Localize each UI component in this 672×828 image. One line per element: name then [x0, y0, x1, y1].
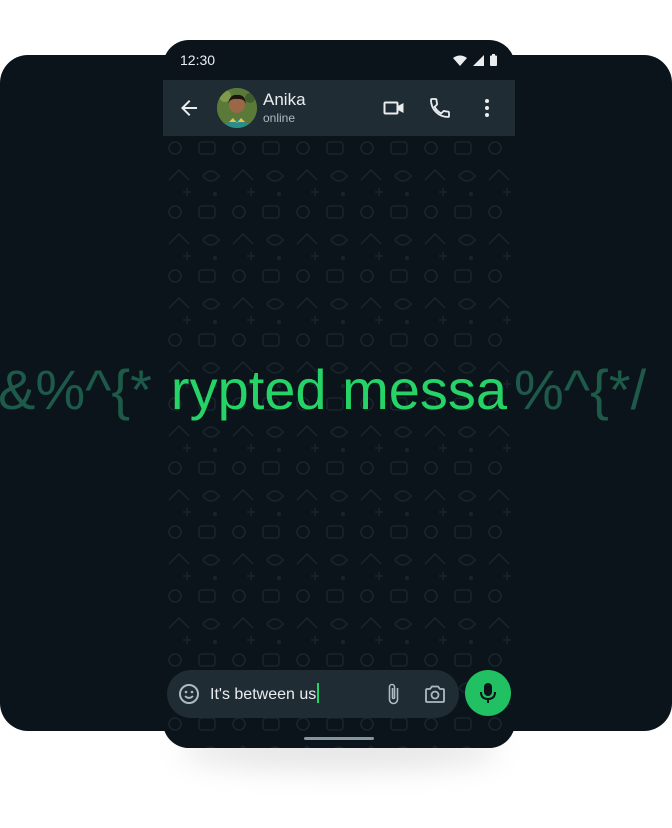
- status-icons: [453, 54, 497, 66]
- status-bar: 12:30: [163, 40, 515, 80]
- contact-status: online: [263, 111, 296, 125]
- message-input-text: It's between us: [210, 686, 317, 703]
- wifi-icon: [453, 55, 467, 66]
- contact-name[interactable]: Anika: [263, 90, 306, 110]
- avatar[interactable]: [217, 88, 257, 128]
- voice-call-icon[interactable]: [428, 96, 452, 120]
- message-input[interactable]: It's between us: [210, 683, 370, 705]
- encrypted-message-text: rypted messa: [170, 358, 508, 421]
- message-composer: It's between us: [167, 670, 459, 718]
- text-cursor: [317, 683, 320, 703]
- doodle-pattern: [163, 136, 515, 748]
- attach-icon[interactable]: [381, 682, 405, 706]
- encrypted-text-left: &%^{*: [0, 358, 152, 421]
- gesture-bar[interactable]: [304, 737, 374, 740]
- status-time: 12:30: [180, 52, 216, 68]
- back-arrow-icon[interactable]: [177, 96, 201, 120]
- camera-icon[interactable]: [423, 682, 447, 706]
- encrypted-text-right: %^{*/: [514, 358, 647, 421]
- chat-wallpaper: [163, 136, 515, 748]
- phone-frame: 12:30 Anika online rypted messa It's bet…: [163, 40, 515, 748]
- emoji-icon[interactable]: [177, 682, 201, 706]
- microphone-icon: [480, 683, 496, 703]
- signal-icon: [473, 54, 484, 66]
- chat-header: Anika online: [163, 80, 515, 136]
- video-call-icon[interactable]: [382, 96, 406, 120]
- more-options-icon[interactable]: [475, 96, 499, 120]
- avatar-image: [217, 88, 257, 128]
- battery-icon: [490, 54, 497, 66]
- voice-message-button[interactable]: [465, 670, 511, 716]
